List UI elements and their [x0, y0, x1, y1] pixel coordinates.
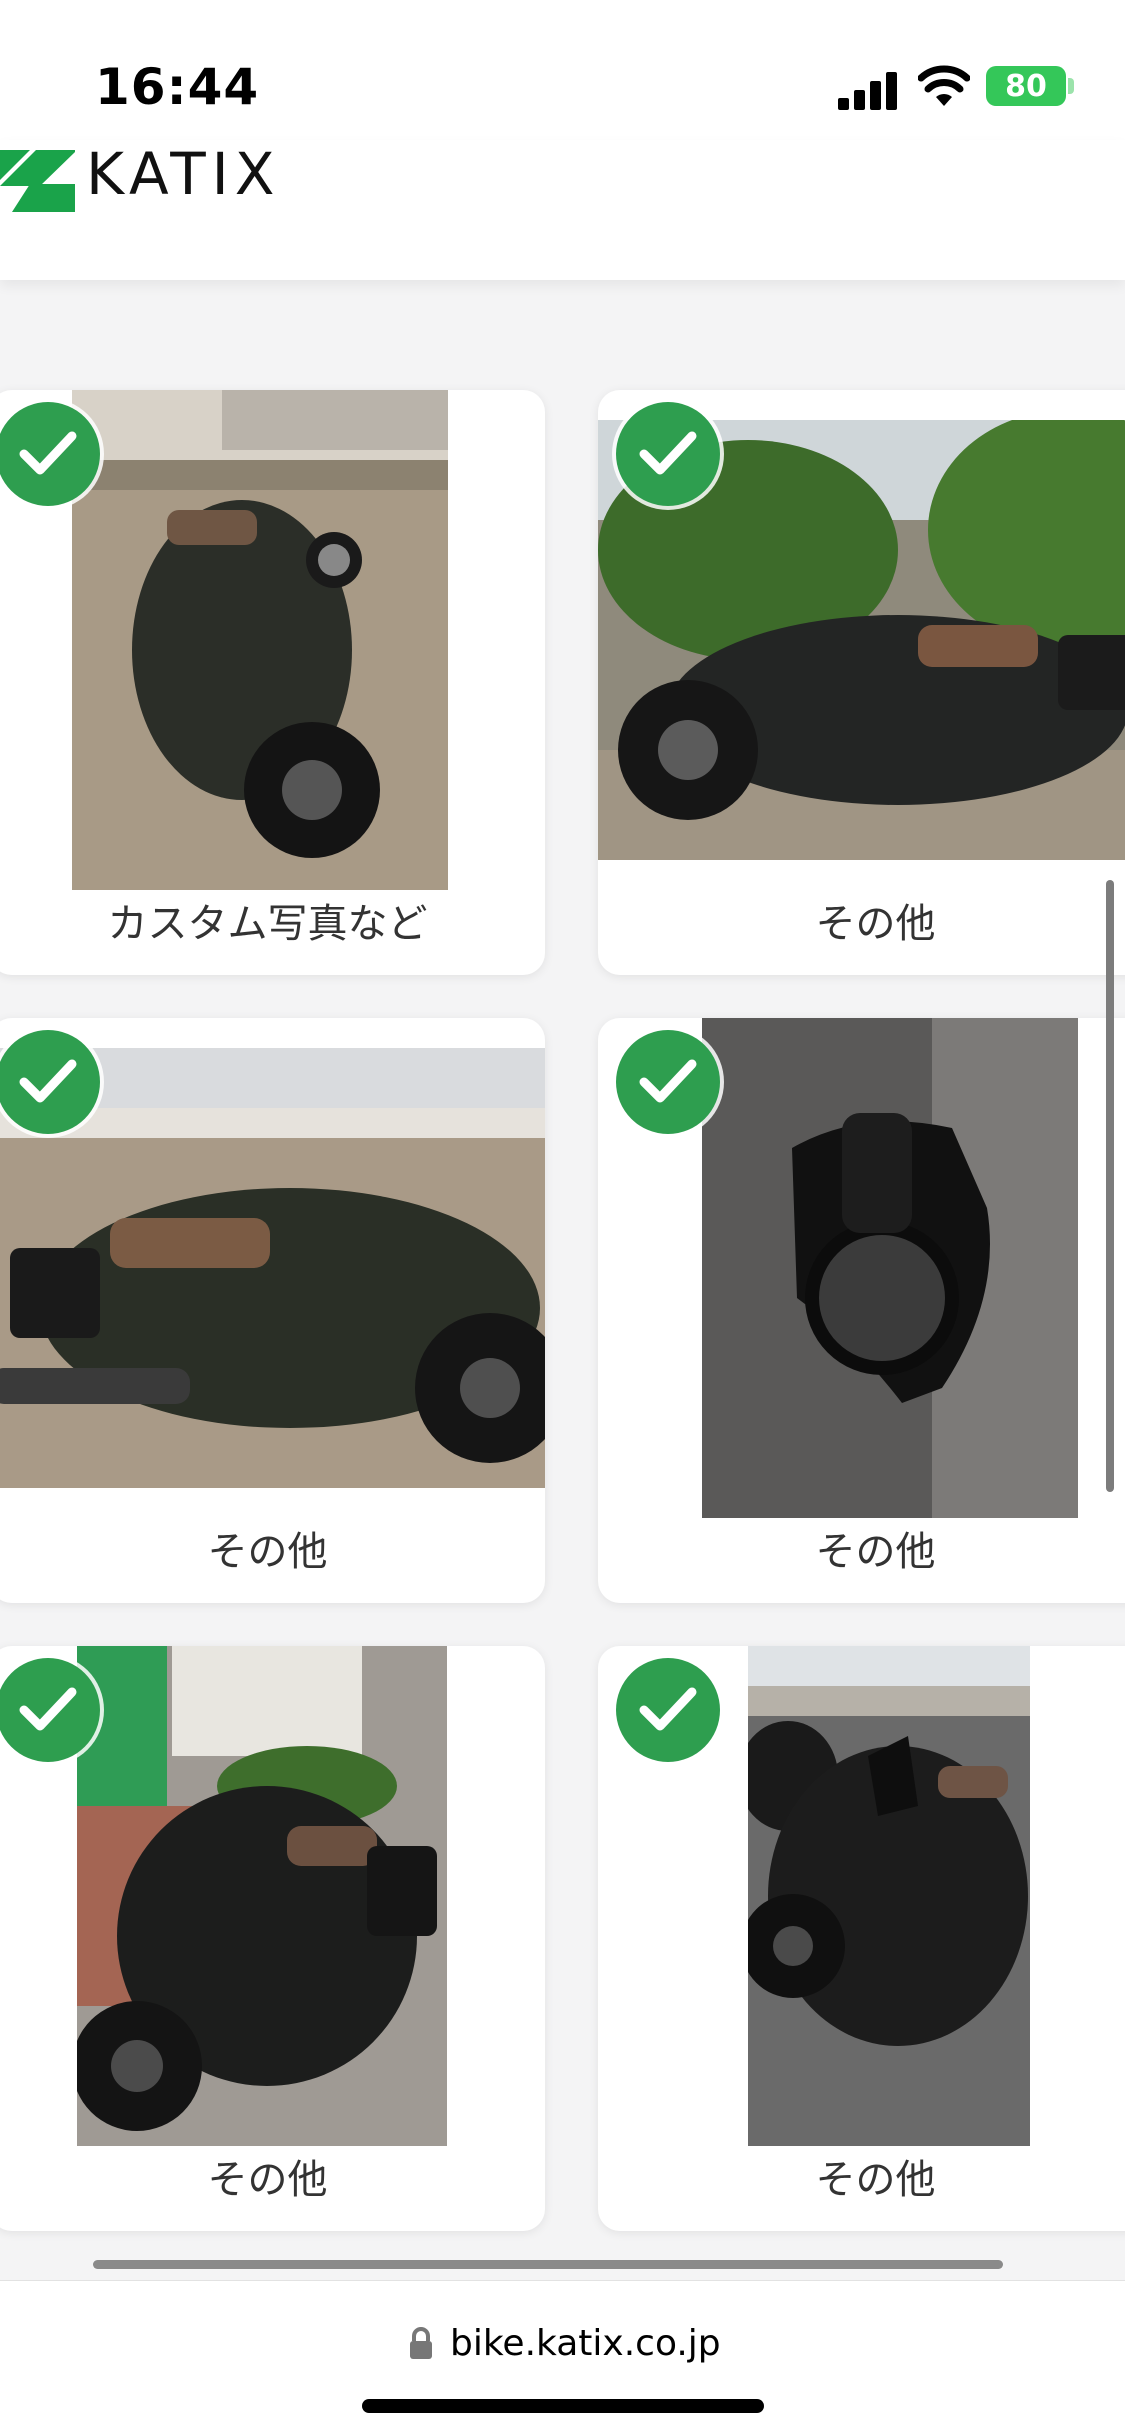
- address-bar[interactable]: bike.katix.co.jp: [0, 2280, 1125, 2436]
- katix-logo-icon[interactable]: [0, 146, 75, 212]
- check-icon[interactable]: [0, 402, 100, 506]
- signal-icon: [838, 70, 900, 110]
- photo-caption: その他: [207, 2157, 328, 2203]
- motorcycle-photo: [748, 1646, 1030, 2146]
- photo-caption: その他: [815, 901, 936, 947]
- lock-icon: [410, 2327, 432, 2359]
- check-icon[interactable]: [616, 1658, 720, 1762]
- check-icon[interactable]: [0, 1030, 100, 1134]
- photo-caption: その他: [207, 1529, 328, 1575]
- photo-caption: その他: [815, 1529, 936, 1575]
- home-indicator[interactable]: [362, 2399, 764, 2413]
- check-icon[interactable]: [616, 1030, 720, 1134]
- vertical-scrollbar[interactable]: [1106, 880, 1114, 1492]
- check-icon[interactable]: [0, 1658, 100, 1762]
- battery-tip: [1068, 78, 1074, 94]
- photo-grid: カスタム写真など その他 その他 その他 その他 その他: [0, 280, 1125, 2270]
- brand-name[interactable]: KATIX: [86, 140, 280, 208]
- check-icon[interactable]: [616, 402, 720, 506]
- wifi-icon: [918, 65, 970, 106]
- photo-caption: カスタム写真など: [107, 901, 428, 947]
- url-text[interactable]: bike.katix.co.jp: [450, 2323, 721, 2364]
- motorcycle-photo: [77, 1646, 447, 2146]
- site-header: KATIX: [0, 140, 1125, 280]
- battery-level: 80: [1005, 68, 1047, 104]
- battery-icon: 80: [986, 66, 1066, 106]
- status-time: 16:44: [95, 58, 260, 116]
- horizontal-scrollbar[interactable]: [93, 2260, 1003, 2269]
- status-bar: 16:44 80: [0, 0, 1125, 140]
- photo-caption: その他: [815, 2157, 936, 2203]
- cowl-photo: [702, 1018, 1078, 1518]
- motorcycle-photo: [72, 390, 448, 890]
